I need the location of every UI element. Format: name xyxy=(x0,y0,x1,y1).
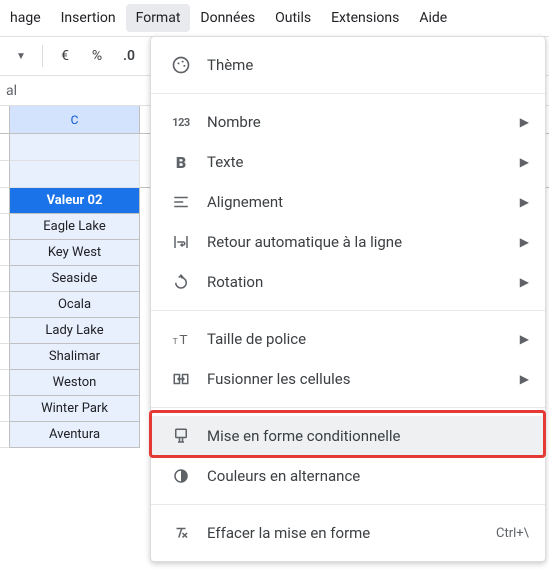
menu-item-label: Mise en forme conditionnelle xyxy=(207,427,529,445)
separator xyxy=(42,45,43,67)
menu-item-label: Alignement xyxy=(207,193,504,211)
menu-item-label: Effacer la mise en forme xyxy=(207,524,480,542)
menu-item-label: Taille de police xyxy=(207,330,504,348)
corner-cell[interactable] xyxy=(0,106,10,133)
menu-affichage[interactable]: hage xyxy=(0,4,51,32)
submenu-arrow-icon: ▶ xyxy=(520,275,529,289)
cell[interactable] xyxy=(10,161,140,188)
menu-item-number[interactable]: 123 Nombre ▶ xyxy=(151,102,545,142)
number-icon: 123 xyxy=(171,112,191,132)
toolbar-more-dropdown[interactable]: ▼ xyxy=(6,41,34,71)
cell[interactable]: Seaside xyxy=(10,266,140,292)
percent-button[interactable]: % xyxy=(83,41,111,71)
cell[interactable] xyxy=(10,134,140,161)
menu-item-fontsize[interactable]: TT Taille de police ▶ xyxy=(151,319,545,359)
menu-extensions[interactable]: Extensions xyxy=(321,4,409,32)
submenu-arrow-icon: ▶ xyxy=(520,372,529,386)
menu-item-label: Retour automatique à la ligne xyxy=(207,233,504,251)
submenu-arrow-icon: ▶ xyxy=(520,235,529,249)
cell[interactable]: Aventura xyxy=(10,422,140,448)
cell[interactable]: Lady Lake xyxy=(10,318,140,344)
currency-button[interactable]: € xyxy=(51,41,79,71)
menubar: hage Insertion Format Données Outils Ext… xyxy=(0,0,549,36)
menu-item-theme[interactable]: Thème xyxy=(151,45,545,85)
half-circle-icon xyxy=(171,466,191,486)
cell[interactable]: Ocala xyxy=(10,292,140,318)
menu-item-clear-formatting[interactable]: Effacer la mise en forme Ctrl+\ xyxy=(151,513,545,553)
menu-item-wrap[interactable]: Retour automatique à la ligne ▶ xyxy=(151,222,545,262)
cell[interactable]: Shalimar xyxy=(10,344,140,370)
svg-text:T: T xyxy=(179,332,187,347)
cell[interactable]: Key West xyxy=(10,240,140,266)
separator xyxy=(151,310,545,311)
format-menu: Thème 123 Nombre ▶ B Texte ▶ Alignement … xyxy=(150,36,546,562)
cell[interactable]: Winter Park xyxy=(10,396,140,422)
clear-format-icon xyxy=(171,523,191,543)
menu-aide[interactable]: Aide xyxy=(409,4,457,32)
menu-item-label: Nombre xyxy=(207,113,504,131)
col-header-c[interactable]: C xyxy=(10,106,140,133)
menu-item-label: Texte xyxy=(207,153,504,171)
menu-item-label: Couleurs en alternance xyxy=(207,467,529,485)
submenu-arrow-icon: ▶ xyxy=(520,155,529,169)
decimal-icon: .0 xyxy=(123,48,135,64)
menu-item-rotation[interactable]: Rotation ▶ xyxy=(151,262,545,302)
decrease-decimal-button[interactable]: .0 xyxy=(115,41,143,71)
bold-icon: B xyxy=(171,152,191,172)
separator xyxy=(151,504,545,505)
menu-format[interactable]: Format xyxy=(126,4,191,32)
cell[interactable]: Weston xyxy=(10,370,140,396)
wrap-icon xyxy=(171,232,191,252)
formula-text: al xyxy=(6,83,17,99)
menu-item-label: Rotation xyxy=(207,273,504,291)
menu-item-alternating-colors[interactable]: Couleurs en alternance xyxy=(151,456,545,496)
menu-item-text[interactable]: B Texte ▶ xyxy=(151,142,545,182)
rotation-icon xyxy=(171,272,191,292)
menu-item-align[interactable]: Alignement ▶ xyxy=(151,182,545,222)
conditional-format-icon xyxy=(171,426,191,446)
cell[interactable]: Eagle Lake xyxy=(10,214,140,240)
menu-item-conditional-formatting[interactable]: Mise en forme conditionnelle xyxy=(151,416,545,456)
menu-item-merge[interactable]: Fusionner les cellules ▶ xyxy=(151,359,545,399)
align-icon xyxy=(171,192,191,212)
menu-item-label: Fusionner les cellules xyxy=(207,370,504,388)
separator xyxy=(151,93,545,94)
fontsize-icon: TT xyxy=(171,329,191,349)
cell-header[interactable]: Valeur 02 xyxy=(10,188,140,214)
separator xyxy=(151,407,545,408)
shortcut-label: Ctrl+\ xyxy=(496,526,529,541)
palette-icon xyxy=(171,55,191,75)
menu-donnees[interactable]: Données xyxy=(190,4,265,32)
menu-insertion[interactable]: Insertion xyxy=(51,4,126,32)
submenu-arrow-icon: ▶ xyxy=(520,115,529,129)
submenu-arrow-icon: ▶ xyxy=(520,195,529,209)
merge-icon xyxy=(171,369,191,389)
menu-outils[interactable]: Outils xyxy=(265,4,321,32)
menu-item-label: Thème xyxy=(207,56,529,74)
submenu-arrow-icon: ▶ xyxy=(520,332,529,346)
svg-text:T: T xyxy=(173,336,178,346)
